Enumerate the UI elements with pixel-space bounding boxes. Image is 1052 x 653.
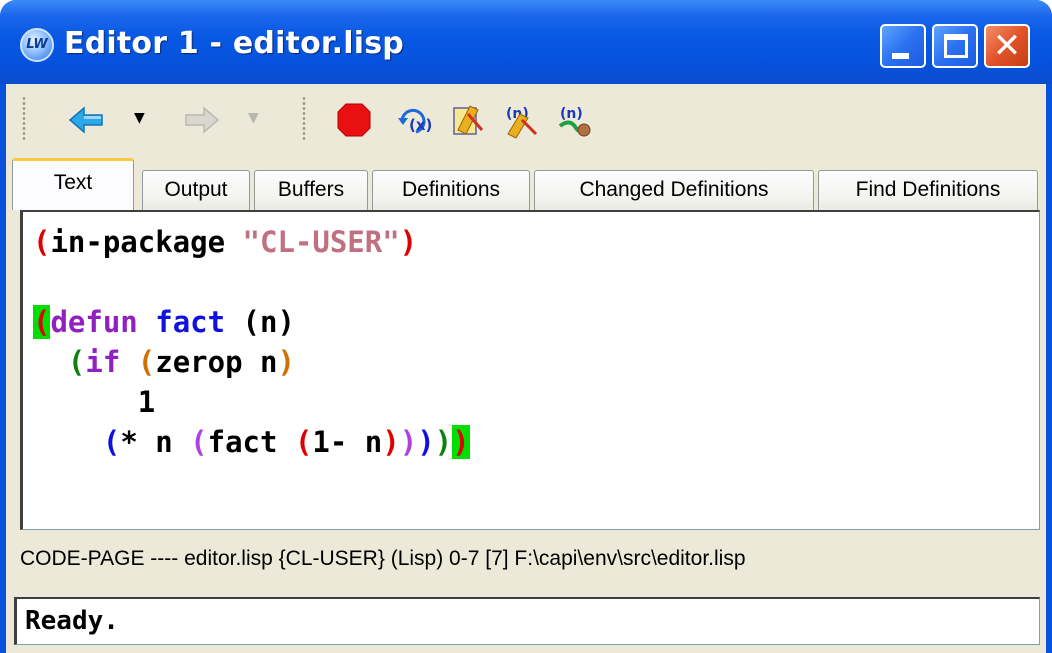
code-token: fact [207,425,295,459]
close-icon: ✕ [992,26,1022,66]
code-token: ) [399,425,418,459]
code-token: ( [102,425,121,459]
code-editor-pane[interactable]: (in-package "CL-USER") (defun fact (n) (… [20,210,1040,530]
code-token: "CL-USER" [242,225,400,259]
editor-window: LW Editor 1 - editor.lisp ✕ ▼ ▼ (x) (n) … [0,0,1052,653]
mode-line: CODE-PAGE ---- editor.lisp {CL-USER} (Li… [20,547,746,570]
svg-text:(n): (n) [560,106,583,122]
debug-step-icon[interactable]: (n) [554,100,594,140]
code-line: (if (zerop n) [33,342,295,382]
code-token: in-package [50,225,243,259]
tab-text[interactable]: Text [12,158,134,210]
code-token: ( [33,225,51,259]
maximize-button[interactable] [932,24,978,68]
code-token: ( [67,345,86,379]
code-token: * n [120,425,191,459]
code-token: ) [277,345,295,379]
svg-text:(x): (x) [409,116,432,134]
evaluate-icon[interactable]: (x) [396,100,436,140]
tab-output[interactable]: Output [142,170,250,210]
code-line: (* n (fact (1- n))))) [33,422,470,462]
tab-strip: Text Output Buffers Definitions Changed … [6,154,1046,210]
code-token: ) [399,225,418,259]
code-token: ( [137,345,156,379]
code-token: ) [382,425,400,459]
code-token: 1- n [312,425,383,459]
code-line: (defun fact (n) [33,302,295,342]
echo-area[interactable]: Ready. [14,597,1040,645]
tab-find-definitions[interactable]: Find Definitions [818,170,1038,210]
code-token: zerop n [155,345,278,379]
title-bar[interactable]: LW Editor 1 - editor.lisp ✕ [0,0,1052,84]
window-client-area: ▼ ▼ (x) (n) (n) Text Output Buffers Defi… [6,84,1046,653]
code-token: fact [155,305,226,339]
back-arrow-icon[interactable] [66,100,106,140]
forward-dropdown-arrow[interactable]: ▼ [248,110,259,126]
code-token: ( [190,425,208,459]
forward-arrow-icon[interactable] [182,100,222,140]
code-token: 1 [33,385,156,419]
code-token: (n) [225,305,295,339]
back-dropdown-arrow[interactable]: ▼ [134,110,145,126]
code-token: ) [434,425,453,459]
window-title: Editor 1 - editor.lisp [64,26,404,61]
code-token: if [85,345,121,379]
toolbar-grip-handle[interactable] [22,96,26,142]
code-line: 1 [33,382,155,422]
matching-paren-highlight: ( [33,305,51,339]
tab-changed-definitions[interactable]: Changed Definitions [534,170,814,210]
tab-buffers[interactable]: Buffers [254,170,368,210]
toolbar: ▼ ▼ (x) (n) (n) [6,84,1046,154]
code-line: (in-package "CL-USER") [33,222,417,262]
minimize-button[interactable] [880,24,926,68]
code-token: ) [417,425,435,459]
maximize-icon [944,34,968,58]
compile-definition-icon[interactable] [448,100,488,140]
toolbar-grip-handle-2[interactable] [302,96,306,142]
lispworks-app-icon[interactable]: LW [20,28,54,62]
code-token: defun [50,305,138,339]
stop-icon[interactable] [334,100,374,140]
minimize-icon [892,53,909,59]
tab-definitions[interactable]: Definitions [372,170,530,210]
compile-buffer-icon[interactable]: (n) [500,100,540,140]
code-token: ( [294,425,313,459]
close-button[interactable]: ✕ [984,24,1030,68]
matching-paren-highlight: ) [452,425,470,459]
